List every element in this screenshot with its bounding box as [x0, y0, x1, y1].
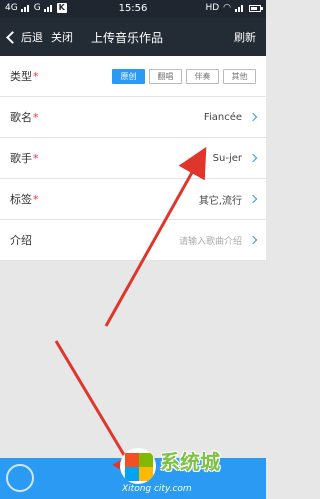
chevron-right-icon — [248, 194, 258, 204]
type-option-original[interactable]: 原创 — [112, 68, 145, 84]
close-button[interactable]: 关闭 — [51, 29, 73, 45]
singer-row[interactable]: 歌手* Su-jer — [0, 138, 266, 179]
type-options: 原创 翻唱 伴奏 其他 — [112, 68, 256, 84]
page-title: 上传音乐作品 — [91, 30, 164, 45]
type-label: 类型* — [10, 70, 39, 83]
status-bar: 4G G K 15:56 HD ◠ — [0, 0, 266, 18]
status-right: HD ◠ — [205, 3, 263, 13]
tags-label: 标签* — [10, 193, 39, 206]
song-name-label: 歌名* — [10, 111, 39, 124]
chevron-right-icon — [248, 112, 258, 122]
refresh-button[interactable]: 刷新 — [234, 29, 256, 45]
hd-label: HD — [205, 3, 220, 13]
tags-row[interactable]: 标签* 其它,流行 — [0, 179, 266, 220]
type-option-other[interactable]: 其他 — [223, 68, 256, 84]
upload-form: 类型* 原创 翻唱 伴奏 其他 歌名* Fiancée 歌手* Su-jer 标… — [0, 56, 266, 261]
song-name-row[interactable]: 歌名* Fiancée — [0, 97, 266, 138]
battery-icon — [249, 4, 263, 12]
singer-label: 歌手* — [10, 152, 39, 165]
signal-icon-3 — [235, 4, 245, 12]
chevron-left-icon — [6, 30, 19, 44]
intro-row[interactable]: 介绍 请输入歌曲介绍 — [0, 220, 266, 261]
intro-label: 介绍 — [10, 234, 32, 247]
type-option-accompaniment[interactable]: 伴奏 — [186, 68, 219, 84]
type-row: 类型* 原创 翻唱 伴奏 其他 — [0, 56, 266, 97]
chevron-right-icon — [248, 235, 258, 245]
chevron-right-icon — [248, 153, 258, 163]
windows-logo-icon — [120, 448, 156, 484]
back-label: 后退 — [21, 31, 43, 44]
singer-value: Su-jer — [212, 152, 242, 164]
bottom-circle-icon — [6, 464, 34, 492]
song-name-value: Fiancée — [203, 111, 242, 123]
type-option-cover[interactable]: 翻唱 — [149, 68, 182, 84]
back-button[interactable]: 后退 — [0, 29, 43, 45]
intro-placeholder: 请输入歌曲介绍 — [178, 236, 242, 247]
watermark-text: 系统城 — [160, 450, 220, 474]
watermark-logo: 系统城 Xitong city.com — [120, 442, 260, 498]
watermark-url: Xitong city.com — [122, 484, 192, 494]
wifi-icon: ◠ — [223, 3, 231, 13]
nav-bar: 后退 关闭 上传音乐作品 刷新 — [0, 18, 266, 56]
tags-value: 其它,流行 — [198, 195, 242, 207]
